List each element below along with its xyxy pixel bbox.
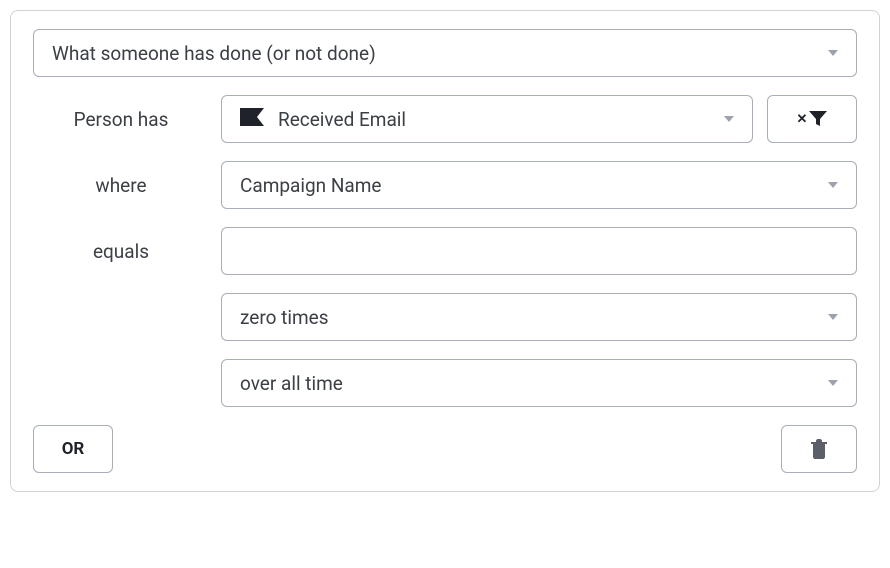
dimension-label: Campaign Name <box>240 174 382 197</box>
dimension-select[interactable]: Campaign Name <box>221 161 857 209</box>
value-input[interactable] <box>221 227 857 275</box>
chevron-down-icon <box>828 314 838 320</box>
metric-select[interactable]: Received Email <box>221 95 753 143</box>
person-has-label: Person has <box>33 108 209 131</box>
chevron-down-icon <box>828 50 838 56</box>
delete-button[interactable] <box>781 425 857 473</box>
frequency-row: zero times <box>33 293 857 341</box>
condition-type-select[interactable]: What someone has done (or not done) <box>33 29 857 77</box>
condition-type-label: What someone has done (or not done) <box>52 42 376 65</box>
trash-icon <box>811 439 827 459</box>
timeframe-label: over all time <box>240 372 343 395</box>
chevron-down-icon <box>828 182 838 188</box>
equals-label: equals <box>33 240 209 263</box>
where-label: where <box>33 174 209 197</box>
metric-label: Received Email <box>278 108 406 131</box>
close-icon: ✕ <box>797 112 808 127</box>
frequency-select[interactable]: zero times <box>221 293 857 341</box>
remove-filter-button[interactable]: ✕ <box>767 95 857 143</box>
equals-row: equals <box>33 227 857 275</box>
chevron-down-icon <box>828 380 838 386</box>
funnel-icon <box>809 111 827 127</box>
timeframe-select[interactable]: over all time <box>221 359 857 407</box>
person-has-row: Person has Received Email ✕ <box>33 95 857 143</box>
or-label: OR <box>62 439 85 459</box>
where-row: where Campaign Name <box>33 161 857 209</box>
or-button[interactable]: OR <box>33 425 113 473</box>
condition-panel: What someone has done (or not done) Pers… <box>10 10 880 492</box>
chevron-down-icon <box>724 116 734 122</box>
timeframe-row: over all time <box>33 359 857 407</box>
frequency-label: zero times <box>240 306 329 329</box>
actions-row: OR <box>33 425 857 473</box>
flag-icon <box>240 108 264 131</box>
